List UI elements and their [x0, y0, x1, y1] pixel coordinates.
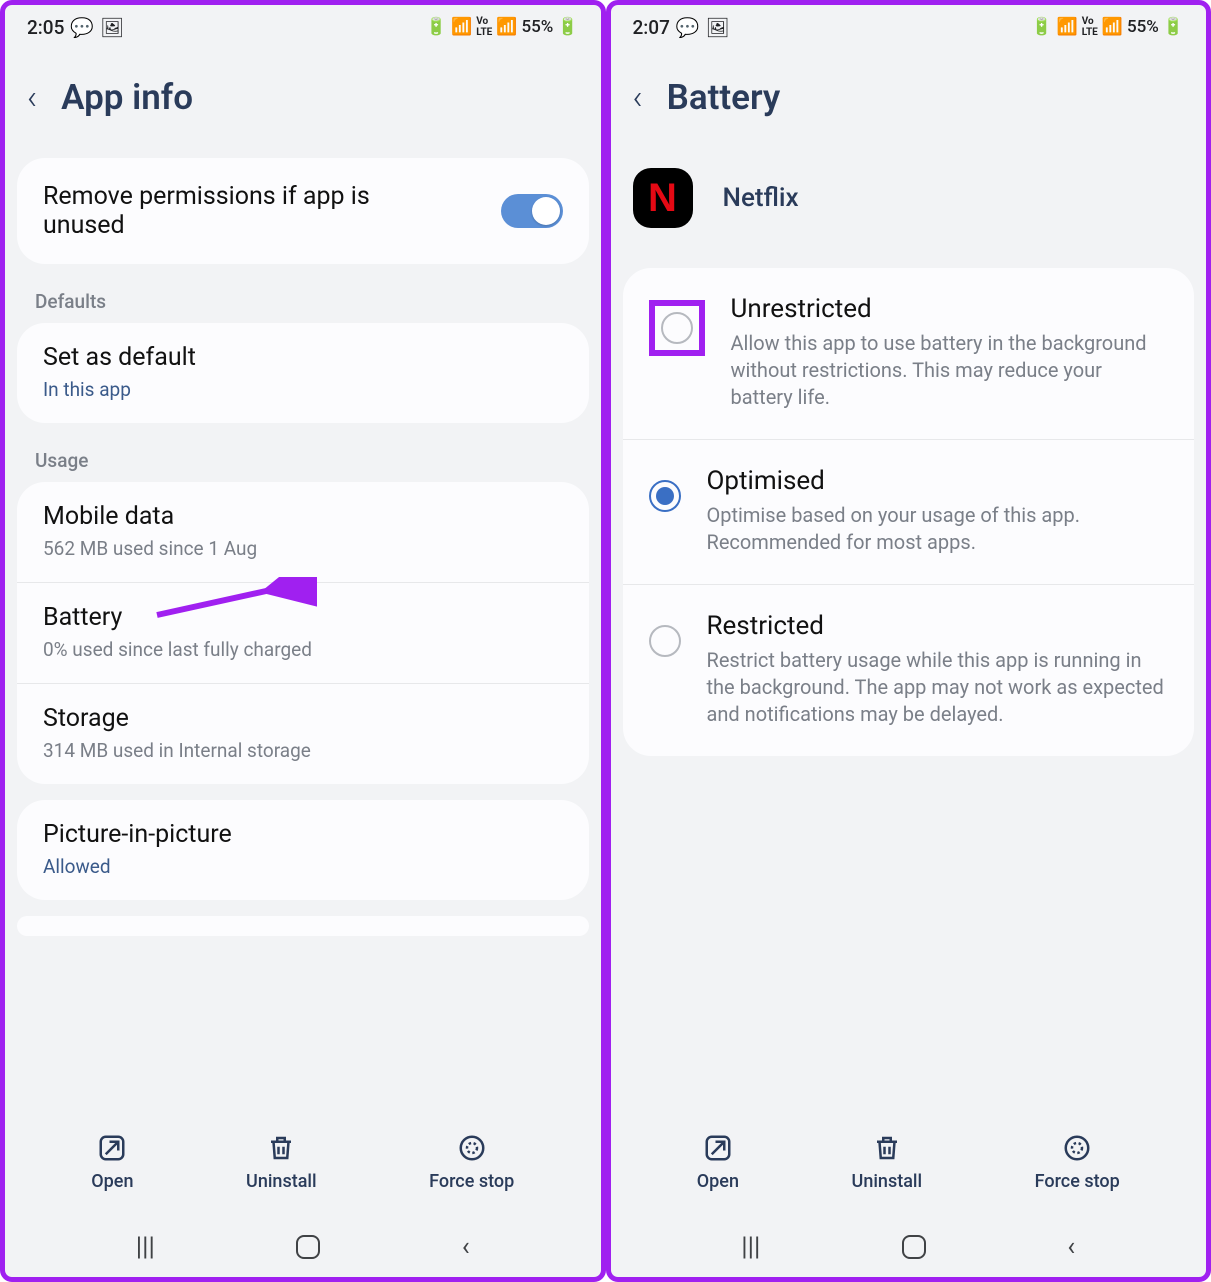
battery-pct: 55% [521, 17, 553, 37]
app-identity: N Netflix [611, 158, 1207, 268]
page-title: Battery [667, 77, 781, 118]
system-navbar: ||| ‹ [5, 1217, 601, 1277]
wifi-icon: 📶 [451, 17, 472, 37]
chat-icon: 💬 [70, 16, 94, 39]
recents-button[interactable]: ||| [136, 1232, 155, 1262]
battery-pct: 55% [1127, 17, 1159, 37]
option-unrestricted[interactable]: Unrestricted Allow this app to use batte… [623, 268, 1195, 440]
page-title: App info [61, 77, 193, 118]
status-bar: 2:07 💬 🖼 🔋 📶 VoLTE 📶 55% 🔋 [611, 5, 1207, 49]
back-icon[interactable]: ‹ [27, 81, 37, 115]
open-button[interactable]: Open [697, 1133, 739, 1192]
battery-saver-icon: 🔋 [1031, 17, 1052, 37]
home-button[interactable] [296, 1235, 320, 1259]
uninstall-button[interactable]: Uninstall [246, 1133, 317, 1192]
home-button[interactable] [902, 1235, 926, 1259]
highlight-annotation [649, 300, 705, 356]
battery-icon: 🔋 [557, 17, 578, 37]
header: ‹ App info [5, 49, 601, 158]
bottom-actions: Open Uninstall Force stop [611, 1107, 1207, 1217]
radio-icon[interactable] [649, 480, 681, 512]
section-usage: Usage [13, 439, 593, 482]
status-time: 2:05 [27, 16, 64, 39]
bottom-actions: Open Uninstall Force stop [5, 1107, 601, 1217]
open-icon [703, 1133, 733, 1163]
signal-icon: 📶 [1102, 17, 1123, 37]
section-defaults: Defaults [13, 280, 593, 323]
system-navbar: ||| ‹ [611, 1217, 1207, 1277]
trash-icon [266, 1133, 296, 1163]
status-time: 2:07 [633, 16, 670, 39]
stop-icon [457, 1133, 487, 1163]
recents-button[interactable]: ||| [741, 1232, 760, 1262]
screen-app-info: 2:05 💬 🖼 🔋 📶 VoLTE 📶 55% 🔋 ‹ App info Re… [0, 0, 606, 1282]
netflix-app-icon: N [633, 168, 693, 228]
force-stop-button[interactable]: Force stop [1035, 1133, 1120, 1192]
force-stop-button[interactable]: Force stop [429, 1133, 514, 1192]
screen-battery: 2:07 💬 🖼 🔋 📶 VoLTE 📶 55% 🔋 ‹ Battery N N… [606, 0, 1211, 1282]
volte-icon: VoLTE [476, 16, 492, 38]
pip-row[interactable]: Picture-in-picture Allowed [17, 800, 589, 900]
open-button[interactable]: Open [91, 1133, 133, 1192]
app-name: Netflix [723, 183, 799, 213]
header: ‹ Battery [611, 49, 1207, 158]
image-icon: 🖼 [100, 16, 124, 39]
storage-row[interactable]: Storage 314 MB used in Internal storage [17, 684, 589, 784]
radio-icon[interactable] [661, 312, 693, 344]
uninstall-button[interactable]: Uninstall [852, 1133, 923, 1192]
signal-icon: 📶 [496, 17, 517, 37]
chat-icon: 💬 [676, 16, 700, 39]
remove-permissions-label: Remove permissions if app is unused [43, 182, 423, 240]
mobile-data-row[interactable]: Mobile data 562 MB used since 1 Aug [17, 482, 589, 583]
option-restricted[interactable]: Restricted Restrict battery usage while … [623, 585, 1195, 756]
nav-back-button[interactable]: ‹ [462, 1232, 470, 1262]
option-optimised[interactable]: Optimised Optimise based on your usage o… [623, 440, 1195, 585]
image-icon: 🖼 [706, 16, 730, 39]
remove-permissions-row[interactable]: Remove permissions if app is unused [17, 158, 589, 264]
radio-icon[interactable] [649, 625, 681, 657]
volte-icon: VoLTE [1082, 16, 1098, 38]
status-bar: 2:05 💬 🖼 🔋 📶 VoLTE 📶 55% 🔋 [5, 5, 601, 49]
set-as-default-row[interactable]: Set as default In this app [17, 323, 589, 423]
back-icon[interactable]: ‹ [633, 81, 643, 115]
trash-icon [872, 1133, 902, 1163]
wifi-icon: 📶 [1057, 17, 1078, 37]
battery-row[interactable]: Battery 0% used since last fully charged [17, 583, 589, 684]
open-icon [97, 1133, 127, 1163]
nav-back-button[interactable]: ‹ [1067, 1232, 1075, 1262]
remove-permissions-toggle[interactable] [501, 194, 563, 228]
battery-saver-icon: 🔋 [426, 17, 447, 37]
stop-icon [1062, 1133, 1092, 1163]
battery-icon: 🔋 [1163, 17, 1184, 37]
